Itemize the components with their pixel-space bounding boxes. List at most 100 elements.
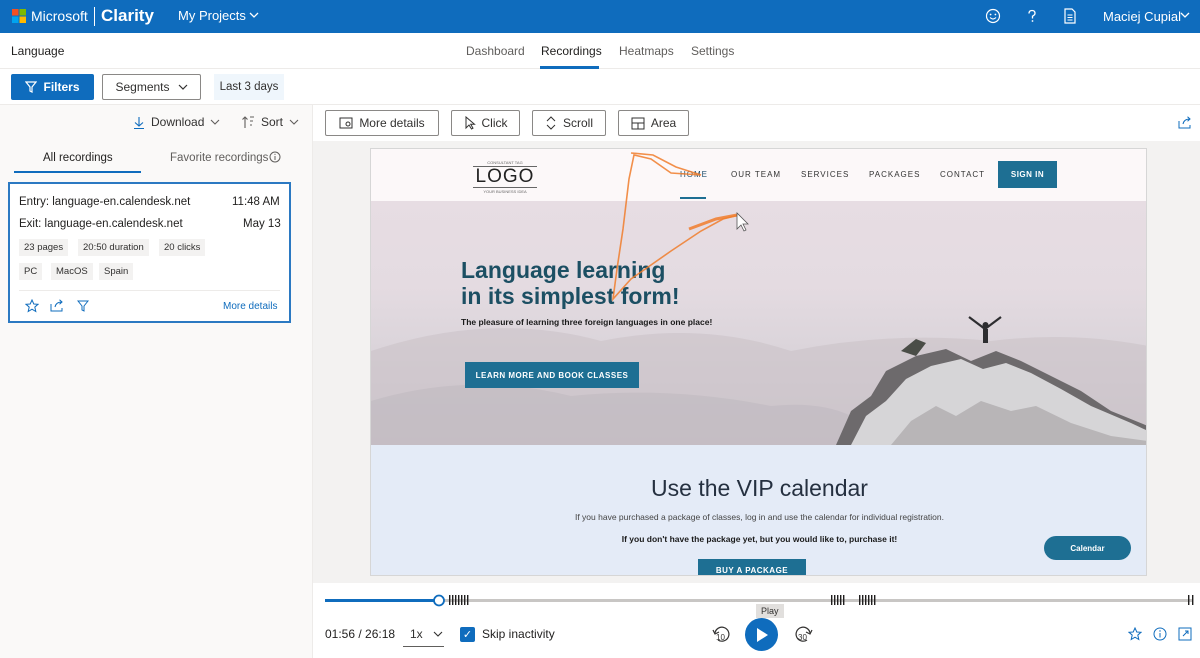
recordings-sidebar: Download Sort All recordings Favorite re… bbox=[0, 105, 313, 658]
sub-header: Language Dashboard Recordings Heatmaps S… bbox=[0, 33, 1200, 69]
area-icon bbox=[631, 117, 645, 129]
star-icon[interactable] bbox=[1128, 627, 1142, 641]
buy-package-button[interactable]: BUY A PACKAGE bbox=[698, 559, 806, 575]
calendar-button[interactable]: Calendar bbox=[1044, 536, 1131, 560]
my-projects-menu[interactable]: My Projects bbox=[178, 8, 246, 23]
playback-controls: 01:56 / 26:18 1x ✓ Skip inactivity 10 Pl… bbox=[313, 583, 1200, 658]
share-icon[interactable] bbox=[50, 299, 64, 312]
entry-time: 11:48 AM bbox=[232, 196, 280, 208]
rewind-seconds: 10 bbox=[716, 633, 725, 642]
more-details-link[interactable]: More details bbox=[223, 301, 277, 312]
filter-icon[interactable] bbox=[77, 300, 89, 312]
rewind-10-button[interactable]: 10 bbox=[710, 625, 732, 645]
player-toolbar: More details Click Scroll Area bbox=[313, 105, 1200, 141]
share-icon[interactable] bbox=[1178, 116, 1192, 129]
product-name[interactable]: Clarity bbox=[101, 6, 154, 26]
project-name: Language bbox=[11, 44, 65, 58]
info-icon[interactable] bbox=[269, 151, 281, 163]
tab-recordings[interactable]: Recordings bbox=[541, 44, 602, 58]
chevron-down-icon bbox=[289, 119, 299, 125]
entry-url: Entry: language-en.calendesk.net bbox=[19, 196, 191, 208]
hero-cta-button[interactable]: LEARN MORE AND BOOK CLASSES bbox=[465, 362, 639, 388]
country-chip: Spain bbox=[99, 263, 134, 280]
download-button[interactable]: Download bbox=[133, 115, 220, 129]
scroll-heatmap-button[interactable]: Scroll bbox=[532, 110, 606, 136]
user-menu[interactable]: Maciej Cupial bbox=[1103, 9, 1181, 24]
sort-button[interactable]: Sort bbox=[241, 115, 299, 129]
tab-favorite-recordings[interactable]: Favorite recordings bbox=[170, 152, 268, 164]
download-icon bbox=[134, 116, 144, 129]
chevron-down-icon[interactable] bbox=[249, 11, 259, 19]
click-heatmap-button[interactable]: Click bbox=[451, 110, 520, 136]
hero-title: Language learning in its simplest form! bbox=[461, 257, 680, 309]
date-range-pill[interactable]: Last 3 days bbox=[214, 74, 284, 100]
document-icon[interactable] bbox=[1063, 8, 1077, 24]
forward-seconds: 30 bbox=[798, 633, 807, 642]
chevron-down-icon[interactable] bbox=[1180, 11, 1190, 19]
site-nav-active-indicator bbox=[680, 197, 706, 199]
vip-title: Use the VIP calendar bbox=[651, 475, 868, 501]
chevron-down-icon bbox=[178, 84, 187, 90]
brand-divider bbox=[94, 7, 95, 26]
star-icon[interactable] bbox=[25, 299, 39, 313]
area-heatmap-button[interactable]: Area bbox=[618, 110, 689, 136]
logo-text: LOGO bbox=[475, 166, 535, 187]
skip-inactivity-checkbox[interactable]: ✓ bbox=[460, 627, 475, 642]
filters-label: Filters bbox=[43, 80, 80, 94]
session-viewer: CONSULTANT TAG LOGO YOUR BUSINESS IDEA H… bbox=[313, 141, 1200, 583]
tab-all-recordings[interactable]: All recordings bbox=[43, 152, 113, 164]
exit-url: Exit: language-en.calendesk.net bbox=[19, 218, 183, 230]
details-icon bbox=[339, 117, 353, 129]
clicks-chip: 20 clicks bbox=[159, 239, 206, 256]
speed-value: 1x bbox=[410, 626, 423, 641]
vip-text-bold: If you don't have the package yet, but y… bbox=[621, 534, 898, 544]
more-details-button[interactable]: More details bbox=[325, 110, 439, 136]
filter-icon bbox=[25, 81, 38, 93]
download-label: Download bbox=[151, 115, 205, 129]
site-nav-services[interactable]: SERVICES bbox=[801, 170, 849, 179]
info-icon[interactable] bbox=[1153, 627, 1167, 641]
cursor-icon bbox=[465, 116, 476, 130]
speed-dropdown[interactable]: 1x bbox=[403, 621, 444, 647]
play-button[interactable] bbox=[745, 618, 778, 651]
site-nav: CONSULTANT TAG LOGO YOUR BUSINESS IDEA H… bbox=[371, 149, 1146, 201]
recording-card[interactable]: Entry: language-en.calendesk.net 11:48 A… bbox=[8, 182, 291, 323]
exit-date: May 13 bbox=[243, 218, 281, 230]
top-bar: Microsoft Clarity My Projects Maciej Cup… bbox=[0, 0, 1200, 33]
segments-dropdown[interactable]: Segments bbox=[102, 74, 201, 100]
tab-settings[interactable]: Settings bbox=[691, 44, 734, 58]
active-tab-indicator bbox=[14, 171, 141, 173]
device-chip: PC bbox=[19, 263, 43, 280]
os-chip: MacOS bbox=[51, 263, 93, 280]
duration-chip: 20:50 duration bbox=[78, 239, 149, 256]
vip-section: Use the VIP calendar If you have purchas… bbox=[371, 445, 1146, 575]
site-sign-in-button[interactable]: SIGN IN bbox=[998, 161, 1057, 188]
feedback-smiley-icon[interactable] bbox=[985, 8, 1001, 24]
fullscreen-icon[interactable] bbox=[1178, 627, 1192, 641]
pages-chip: 23 pages bbox=[19, 239, 69, 256]
site-nav-packages[interactable]: PACKAGES bbox=[869, 170, 920, 179]
tab-heatmaps[interactable]: Heatmaps bbox=[619, 44, 674, 58]
filters-button[interactable]: Filters bbox=[11, 74, 94, 100]
site-nav-our-team[interactable]: OUR TEAM bbox=[731, 170, 781, 179]
chevron-down-icon bbox=[210, 119, 220, 125]
vip-text: If you have purchased a package of class… bbox=[574, 512, 945, 522]
play-tooltip: Play bbox=[756, 604, 784, 618]
help-icon[interactable] bbox=[1024, 8, 1040, 24]
sort-icon bbox=[242, 115, 254, 128]
timeline-handle[interactable] bbox=[433, 594, 445, 607]
card-divider bbox=[19, 290, 280, 291]
site-nav-contact[interactable]: CONTACT bbox=[940, 170, 985, 179]
forward-30-button[interactable]: 30 bbox=[793, 625, 815, 645]
chevron-down-icon bbox=[433, 631, 443, 637]
site-nav-home[interactable]: HOME bbox=[680, 170, 708, 179]
filter-bar: Filters Segments Last 3 days bbox=[0, 69, 1200, 105]
hero-subtitle: The pleasure of learning three foreign l… bbox=[461, 317, 713, 327]
tab-dashboard[interactable]: Dashboard bbox=[466, 44, 525, 58]
area-label: Area bbox=[650, 116, 677, 130]
site-logo: CONSULTANT TAG LOGO YOUR BUSINESS IDEA bbox=[473, 160, 537, 194]
more-details-label: More details bbox=[359, 116, 425, 130]
site-hero: Language learning in its simplest form! … bbox=[371, 201, 1146, 445]
scroll-label: Scroll bbox=[562, 116, 593, 130]
playback-time: 01:56 / 26:18 bbox=[325, 627, 396, 641]
